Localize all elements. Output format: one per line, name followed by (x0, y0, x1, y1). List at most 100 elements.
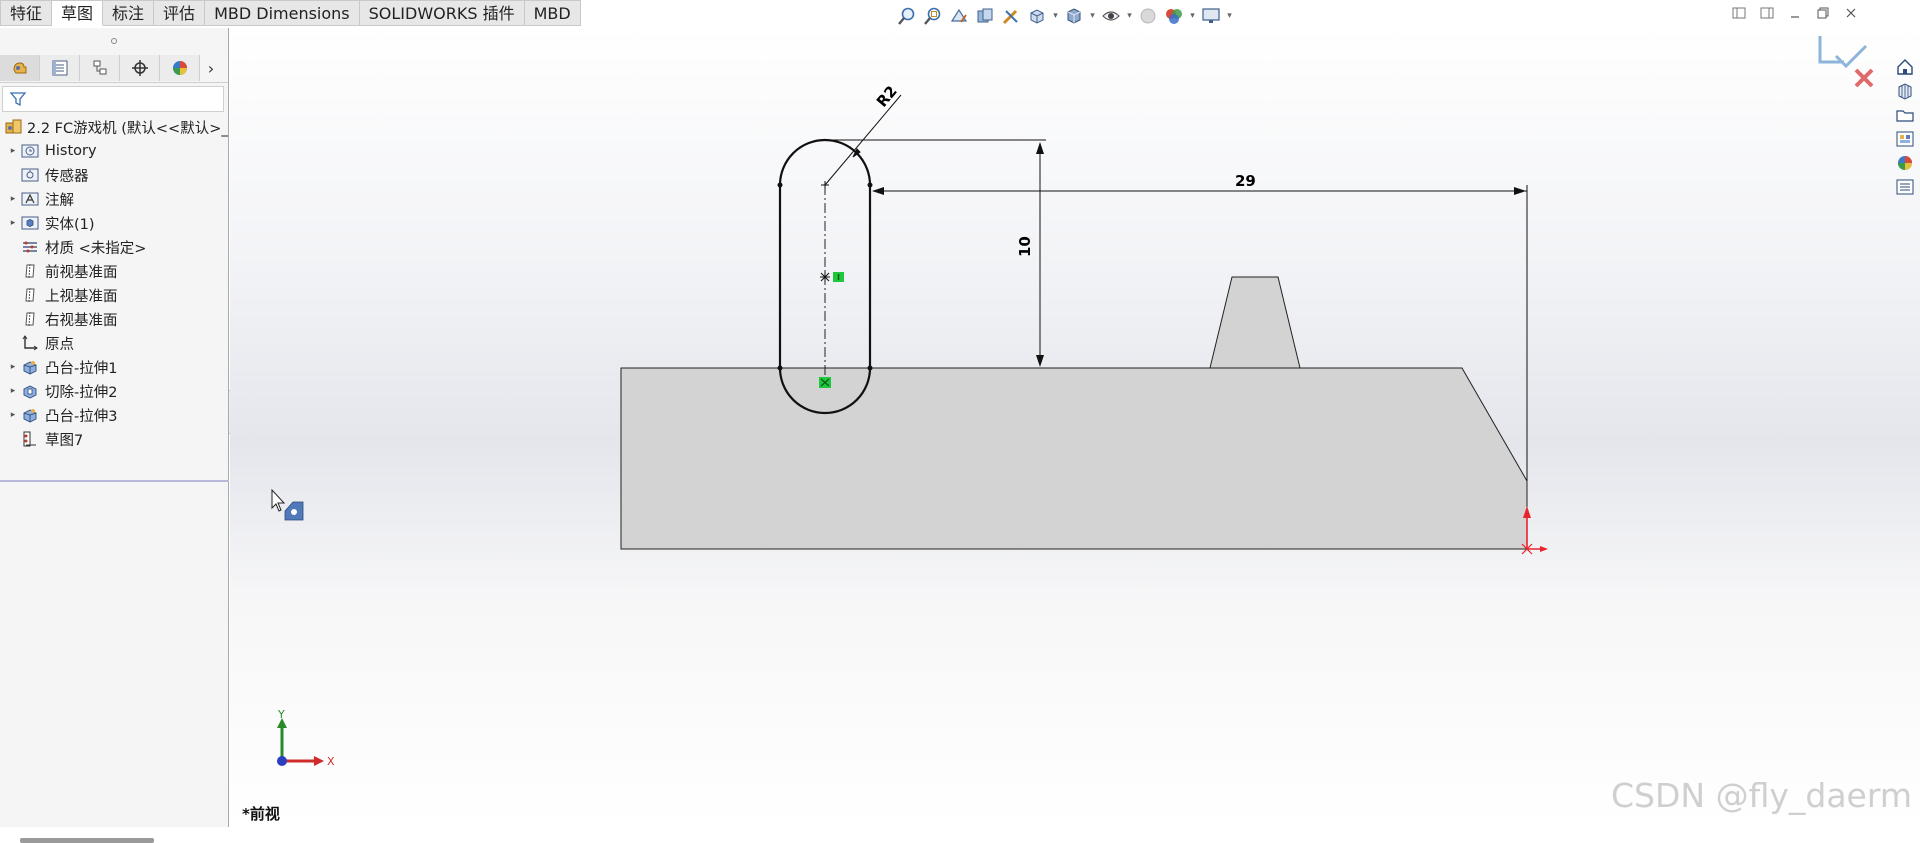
tree-root-part[interactable]: 2.2 FC游戏机 (默认<<默认>_ (0, 115, 228, 139)
tree-item-origin[interactable]: 原点 (0, 331, 228, 355)
tree-item-sensors[interactable]: 传感器 (0, 163, 228, 187)
chevron-down-icon[interactable]: ▾ (1125, 4, 1134, 28)
exit-sketch-icon[interactable] (1818, 36, 1844, 64)
sensor-icon (20, 166, 40, 184)
horizontal-scrollbar[interactable] (20, 838, 154, 843)
dim-height[interactable]: 10 (1016, 236, 1034, 257)
close-icon[interactable] (1842, 4, 1860, 22)
edit-appearance-icon[interactable] (1136, 4, 1160, 28)
tab-solidworks-addins[interactable]: SOLIDWORKS 插件 (359, 0, 525, 26)
triad-y-label: Y (277, 708, 285, 721)
configuration-manager-icon[interactable] (80, 55, 120, 81)
tree-item-solid-bodies[interactable]: ▸ 实体(1) (0, 211, 228, 235)
view-orientation-icon[interactable] (1025, 4, 1049, 28)
resources-icon[interactable] (1892, 80, 1918, 102)
sketch-cursor-icon (271, 488, 304, 521)
dim-arrow (1036, 355, 1044, 367)
panel-grip[interactable] (0, 28, 228, 54)
tree-item-annotations[interactable]: ▸ 注解 (0, 187, 228, 211)
triad-x-label: X (327, 755, 335, 768)
feature-filter[interactable] (2, 86, 224, 112)
design-library-icon[interactable] (1892, 104, 1918, 126)
sketch-point[interactable] (777, 182, 783, 188)
boss-trapezoid (1209, 276, 1301, 369)
expand-arrow-icon[interactable]: ▸ (6, 194, 20, 204)
tab-mbd-dimensions[interactable]: MBD Dimensions (205, 0, 360, 26)
dim-radius[interactable]: R2 (873, 82, 901, 110)
tab-sketch[interactable]: 草图 (52, 0, 104, 26)
tree-item-sketch7[interactable]: 草图7 (0, 427, 228, 451)
hide-show-icon[interactable] (1099, 4, 1123, 28)
minimize-icon[interactable] (1786, 4, 1804, 22)
expand-arrow-icon[interactable]: ▸ (6, 362, 20, 372)
graphics-area[interactable]: R2 10 29 Y X *前视 CSDN @fly_daerm (230, 28, 1920, 827)
tree-item-label: 草图7 (45, 432, 84, 449)
expand-arrow-icon[interactable]: ▸ (6, 386, 20, 396)
boss-extrude-icon (20, 406, 40, 424)
display-manager-icon[interactable] (160, 55, 200, 81)
tab-evaluate[interactable]: 评估 (154, 0, 206, 26)
zoom-to-fit-icon[interactable] (895, 4, 919, 28)
dynamic-annotation-icon[interactable] (999, 4, 1023, 28)
view-settings-icon[interactable] (1199, 4, 1223, 28)
tab-mbd[interactable]: MBD (524, 0, 581, 26)
sketch-point[interactable] (777, 365, 783, 371)
home-icon[interactable] (1892, 56, 1918, 78)
midpoint-marker[interactable] (820, 272, 830, 282)
confirmation-corner[interactable] (1818, 36, 1874, 88)
tile-right-icon[interactable] (1758, 4, 1776, 22)
expand-arrow-icon[interactable]: ▸ (6, 146, 20, 156)
base-body (620, 367, 1528, 550)
restore-icon[interactable] (1814, 4, 1832, 22)
zoom-area-icon[interactable] (921, 4, 945, 28)
tree-item-boss-extrude1[interactable]: ▸ 凸台-拉伸1 (0, 355, 228, 379)
material-icon (20, 238, 40, 256)
tree-item-right-plane[interactable]: 右视基准面 (0, 307, 228, 331)
chevron-down-icon[interactable]: ▾ (1051, 4, 1060, 28)
part-icon (4, 118, 24, 136)
filter-icon (9, 92, 27, 107)
sketch-point[interactable] (867, 182, 873, 188)
sketch-point[interactable] (867, 365, 873, 371)
property-manager-icon[interactable] (40, 55, 80, 81)
tree-item-label: 凸台-拉伸3 (45, 408, 118, 425)
chevron-down-icon[interactable]: ▾ (1225, 4, 1234, 28)
tree-item-label: 传感器 (45, 168, 89, 185)
tab-markup[interactable]: 标注 (103, 0, 155, 26)
solid-body-icon (20, 214, 40, 232)
command-manager-tabs: 特征 草图 标注 评估 MBD Dimensions SOLIDWORKS 插件… (0, 0, 581, 27)
display-style-icon[interactable] (1062, 4, 1086, 28)
feature-tree: 2.2 FC游戏机 (默认<<默认>_ ▸ History 传感器 ▸ 注解 ▸… (0, 115, 228, 451)
tree-item-cut-extrude2[interactable]: ▸ 切除-拉伸2 (0, 379, 228, 403)
appearances-icon[interactable] (1892, 152, 1918, 174)
apply-scene-icon[interactable] (1162, 4, 1186, 28)
tree-item-label: 材质 <未指定> (45, 240, 147, 257)
tree-item-material[interactable]: 材质 <未指定> (0, 235, 228, 259)
tree-separator (0, 480, 229, 482)
origin-arrow-x (1540, 546, 1548, 552)
view-palette-icon[interactable] (1892, 128, 1918, 150)
dim-length[interactable]: 29 (1235, 172, 1256, 190)
cut-extrude-icon (20, 382, 40, 400)
chevron-right-icon[interactable]: › (200, 55, 222, 81)
sketch-icon (20, 430, 40, 448)
tree-item-boss-extrude3[interactable]: ▸ 凸台-拉伸3 (0, 403, 228, 427)
section-view-icon[interactable] (973, 4, 997, 28)
previous-view-icon[interactable] (947, 4, 971, 28)
chevron-down-icon[interactable]: ▾ (1188, 4, 1197, 28)
tree-item-front-plane[interactable]: 前视基准面 (0, 259, 228, 283)
feature-manager-icon[interactable] (0, 55, 40, 81)
custom-properties-icon[interactable] (1892, 176, 1918, 198)
tree-item-label: 前视基准面 (45, 264, 118, 281)
tile-left-icon[interactable] (1730, 4, 1748, 22)
tab-features[interactable]: 特征 (0, 0, 53, 26)
tree-item-history[interactable]: ▸ History (0, 139, 228, 163)
chevron-down-icon[interactable]: ▾ (1088, 4, 1097, 28)
expand-arrow-icon[interactable]: ▸ (6, 218, 20, 228)
dimxpert-icon[interactable] (120, 55, 160, 81)
tree-item-top-plane[interactable]: 上视基准面 (0, 283, 228, 307)
dim-arrow (872, 187, 884, 195)
cancel-sketch-icon[interactable] (1854, 68, 1874, 88)
sketch-canvas[interactable]: R2 10 29 Y X (230, 28, 1920, 827)
expand-arrow-icon[interactable]: ▸ (6, 410, 20, 420)
